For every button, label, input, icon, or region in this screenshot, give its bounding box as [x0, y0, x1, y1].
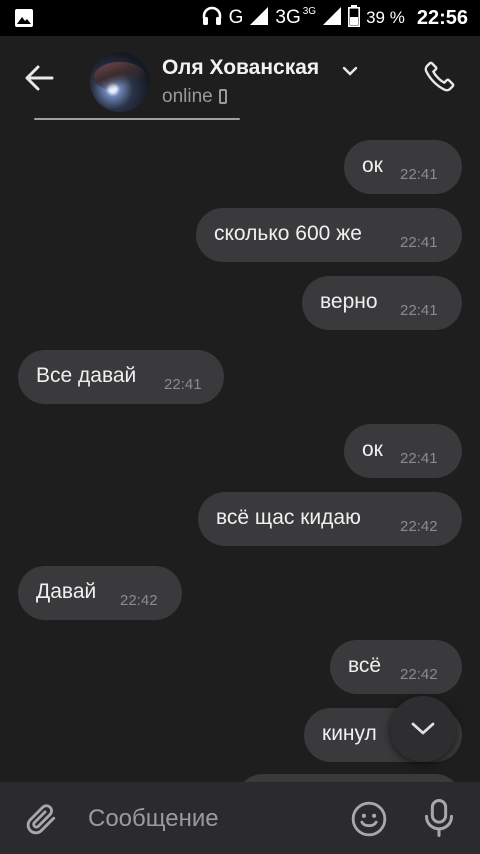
emoji-icon[interactable] [350, 800, 388, 843]
message-bubble-outgoing[interactable]: ок 22:41 [344, 140, 462, 194]
image-icon [14, 8, 34, 33]
battery-icon [348, 4, 361, 32]
message-text: сколько 600 же [214, 222, 362, 245]
message-composer [0, 782, 480, 854]
message-text: ок [362, 154, 383, 177]
message-bubble-outgoing[interactable]: ок 22:41 [344, 424, 462, 478]
message-bubble-incoming[interactable]: Давай 22:42 [18, 566, 182, 620]
mobile-device-icon [218, 89, 227, 104]
message-input[interactable] [86, 798, 330, 840]
message-text: всё щас кидаю [216, 506, 361, 529]
message-text: ок [362, 438, 383, 461]
network-type-g: G [228, 7, 244, 28]
chevron-down-icon[interactable] [342, 64, 358, 82]
message-time: 22:41 [400, 166, 438, 183]
message-time: 22:42 [120, 592, 158, 609]
battery-percent: 39 % [366, 8, 405, 27]
signal-icon [322, 6, 342, 31]
phone-icon[interactable] [422, 58, 462, 98]
chat-header: Оля Хованская online [0, 36, 480, 120]
chevron-down-icon [411, 722, 435, 735]
clock: 22:56 [416, 6, 468, 29]
network-type-3g-small: 3G [302, 5, 317, 17]
message-text: Все давай [36, 364, 137, 387]
signal-icon [249, 6, 269, 31]
status-bar: G 3G 3G 39 % 22:56 [0, 0, 480, 36]
avatar[interactable] [90, 52, 150, 112]
message-bubble-outgoing[interactable]: всё 22:42 [330, 640, 462, 694]
status-text: online [162, 86, 213, 107]
header-divider [34, 118, 240, 120]
message-time: 22:41 [164, 376, 202, 393]
paperclip-icon[interactable] [22, 800, 60, 843]
message-bubble-outgoing[interactable]: верно 22:41 [302, 276, 462, 330]
back-arrow-icon[interactable] [22, 60, 62, 96]
headphones-icon [201, 5, 223, 32]
message-bubble-incoming[interactable]: Все давай 22:41 [18, 350, 224, 404]
message-text: кинул [322, 722, 377, 745]
contact-status: online [162, 86, 227, 108]
message-bubble-outgoing[interactable]: сколько 600 же 22:41 [196, 208, 462, 262]
message-time: 22:42 [400, 518, 438, 535]
message-bubble-outgoing[interactable]: всё щас кидаю 22:42 [198, 492, 462, 546]
message-time: 22:41 [400, 450, 438, 467]
microphone-icon[interactable] [422, 798, 456, 843]
contact-name[interactable]: Оля Хованская [162, 56, 319, 80]
message-text: Давай [36, 580, 97, 603]
message-time: 22:41 [400, 302, 438, 319]
scroll-down-button[interactable] [390, 696, 456, 762]
message-text: всё [348, 654, 382, 677]
message-time: 22:42 [400, 666, 438, 683]
network-type-3g: 3G [275, 7, 301, 28]
message-time: 22:41 [400, 234, 438, 251]
message-text: верно [320, 290, 378, 313]
